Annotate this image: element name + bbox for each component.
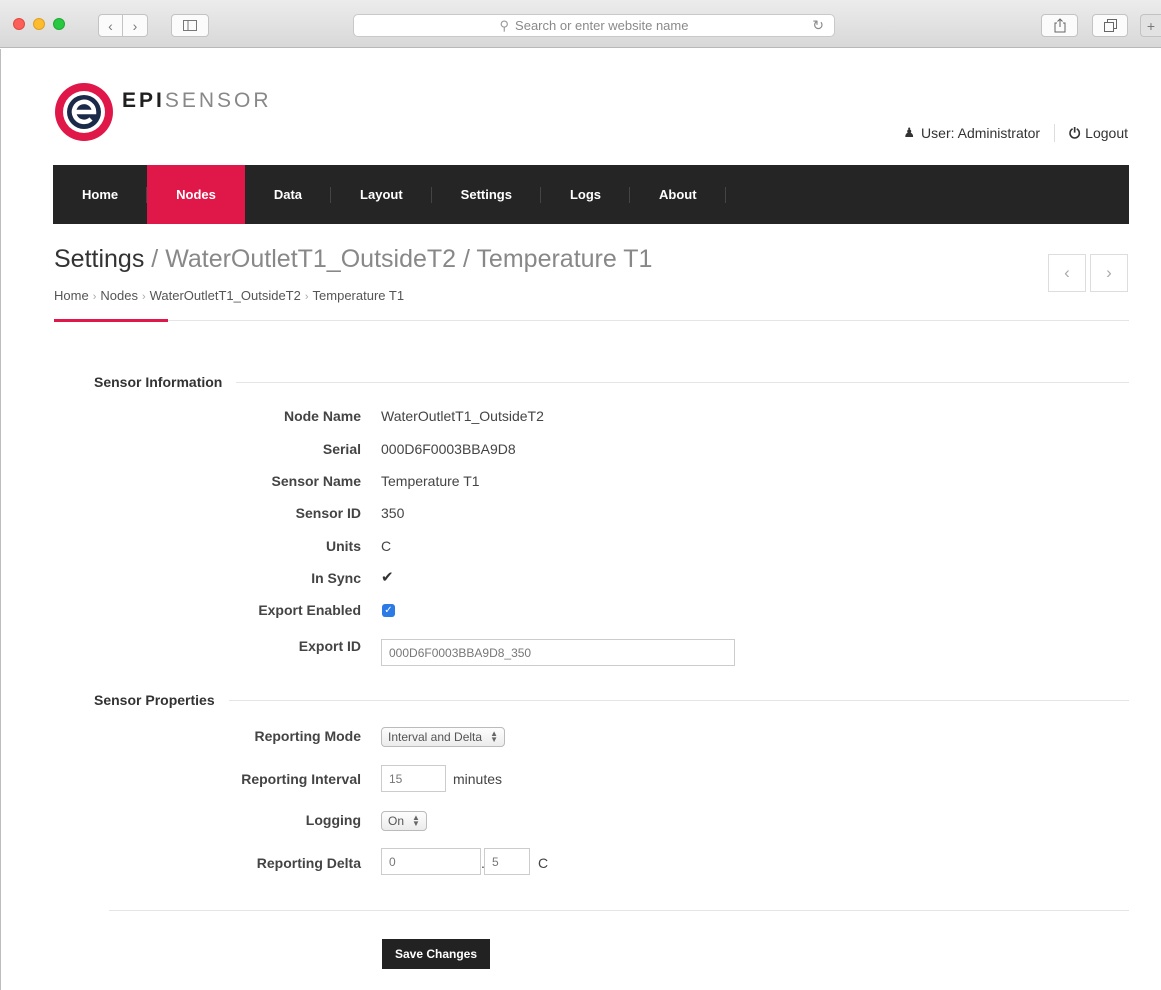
user-separator xyxy=(1054,124,1056,142)
chevron-right-icon: › xyxy=(1106,263,1112,282)
breadcrumb-node[interactable]: WaterOutletT1_OutsideT2 xyxy=(150,288,301,303)
node-name-label: Node Name xyxy=(283,408,361,424)
nav-settings[interactable]: Settings xyxy=(432,165,542,224)
delta-integer-input[interactable]: 0 xyxy=(381,848,481,875)
chevron-right-icon: › xyxy=(141,291,146,303)
page: EPISENSOR ♟ User: Administrator ⏻ Logout… xyxy=(0,49,1161,990)
minimize-window-button[interactable] xyxy=(33,18,45,30)
sidebar-toggle-button[interactable] xyxy=(171,14,209,37)
user-bar: ♟ User: Administrator ⏻ Logout xyxy=(903,124,1128,142)
select-arrows-icon: ▲ ▼ xyxy=(412,813,420,828)
plus-icon: + xyxy=(1146,17,1156,34)
chevron-left-icon: ‹ xyxy=(108,17,113,34)
page-title: Settings / WaterOutletT1_OutsideT2 / Tem… xyxy=(54,245,652,274)
share-icon xyxy=(1054,18,1065,33)
sensor-information-heading: Sensor Information xyxy=(94,374,1129,390)
chevron-right-icon: › xyxy=(132,17,138,34)
brand-sensor: SENSOR xyxy=(164,89,272,112)
sensor-name-label: Sensor Name xyxy=(271,473,361,489)
close-window-button[interactable] xyxy=(13,18,25,30)
nav-logs[interactable]: Logs xyxy=(541,165,631,224)
breadcrumb-nodes[interactable]: Nodes xyxy=(100,288,138,303)
check-icon: ✓ xyxy=(384,605,393,616)
nav-nodes[interactable]: Nodes xyxy=(147,165,245,224)
nav-layout[interactable]: Layout xyxy=(331,165,432,224)
search-icon: ⚲ xyxy=(499,17,510,33)
browser-toolbar: ‹ › ⚲ Search or enter website name ↻ + xyxy=(0,0,1161,48)
section-divider xyxy=(228,699,1129,701)
checkmark-icon: ✔ xyxy=(381,569,394,586)
reporting-interval-label: Reporting Interval xyxy=(241,771,361,787)
sensor-properties-heading: Sensor Properties xyxy=(94,692,1129,708)
in-sync-label: In Sync xyxy=(311,570,361,586)
chevron-right-icon: › xyxy=(92,291,97,303)
share-button[interactable] xyxy=(1041,14,1078,37)
user-label[interactable]: User: Administrator xyxy=(921,125,1040,141)
reload-icon[interactable]: ↻ xyxy=(812,17,824,34)
user-icon: ♟ xyxy=(903,125,916,140)
export-enabled-checkbox[interactable]: ✓ xyxy=(382,604,395,617)
tabs-icon xyxy=(1103,19,1117,32)
units-value: C xyxy=(381,538,392,554)
page-title-path: / WaterOutletT1_OutsideT2 / Temperature … xyxy=(151,245,653,273)
nav-data[interactable]: Data xyxy=(245,165,332,224)
power-icon[interactable]: ⏻ xyxy=(1069,125,1080,142)
breadcrumb-home[interactable]: Home xyxy=(54,288,89,303)
address-bar[interactable]: ⚲ Search or enter website name ↻ xyxy=(353,14,835,37)
select-arrows-icon: ▲ ▼ xyxy=(490,729,498,744)
next-button[interactable]: › xyxy=(1090,254,1128,292)
reporting-mode-label: Reporting Mode xyxy=(254,728,361,744)
title-accent-bar xyxy=(54,319,168,322)
new-tab-button[interactable]: + xyxy=(1140,14,1161,37)
form-divider xyxy=(109,910,1129,911)
title-divider xyxy=(54,320,1129,321)
serial-label: Serial xyxy=(322,441,361,457)
reporting-mode-value: Interval and Delta xyxy=(388,730,483,744)
brand-epi: EPI xyxy=(122,89,165,112)
zoom-window-button[interactable] xyxy=(53,18,65,30)
breadcrumb-sensor: Temperature T1 xyxy=(312,288,405,303)
sensor-id-label: Sensor ID xyxy=(295,505,361,521)
reporting-delta-label: Reporting Delta xyxy=(256,855,361,871)
page-title-main: Settings xyxy=(54,245,145,273)
back-button[interactable]: ‹ xyxy=(98,14,123,37)
interval-unit: minutes xyxy=(453,771,503,787)
reporting-mode-select[interactable]: Interval and Delta ▲ ▼ xyxy=(381,727,505,747)
sensor-name-value: Temperature T1 xyxy=(381,473,480,489)
section-title: Sensor Information xyxy=(94,374,223,390)
chevron-right-icon: › xyxy=(304,291,309,303)
forward-button[interactable]: › xyxy=(123,14,148,37)
reporting-interval-input[interactable]: 15 xyxy=(381,765,446,792)
logo[interactable]: EPISENSOR xyxy=(54,82,272,142)
breadcrumb: Home › Nodes › WaterOutletT1_OutsideT2 › Tempe… xyxy=(54,288,404,303)
previous-button[interactable]: ‹ xyxy=(1048,254,1086,292)
logout-link[interactable]: Logout xyxy=(1085,125,1128,141)
logging-select[interactable]: On ▲ ▼ xyxy=(381,811,427,831)
units-label: Units xyxy=(326,538,361,554)
logging-label: Logging xyxy=(305,812,361,828)
brand-wordmark: EPISENSOR xyxy=(122,89,272,113)
export-id-input[interactable]: 000D6F0003BBA9D8_350 xyxy=(381,639,735,666)
node-name-value: WaterOutletT1_OutsideT2 xyxy=(381,408,544,424)
delta-fraction-input[interactable]: 5 xyxy=(484,848,530,875)
export-enabled-label: Export Enabled xyxy=(258,602,361,618)
logging-value: On xyxy=(388,814,405,828)
save-changes-button[interactable]: Save Changes xyxy=(382,939,490,969)
episensor-logo-icon xyxy=(55,83,113,141)
main-nav: Home Nodes Data Layout Settings Logs Abo… xyxy=(53,165,1129,224)
serial-value: 000D6F0003BBA9D8 xyxy=(381,441,516,457)
nav-about[interactable]: About xyxy=(630,165,726,224)
section-divider xyxy=(236,381,1129,383)
sensor-id-value: 350 xyxy=(381,505,405,521)
show-tabs-button[interactable] xyxy=(1092,14,1128,37)
section-title: Sensor Properties xyxy=(94,692,215,708)
export-id-label: Export ID xyxy=(298,638,361,654)
delta-unit: C xyxy=(538,855,549,871)
address-placeholder: Search or enter website name xyxy=(515,18,689,33)
nav-home[interactable]: Home xyxy=(53,165,148,224)
sidebar-icon xyxy=(183,20,197,31)
chevron-left-icon: ‹ xyxy=(1064,263,1070,282)
